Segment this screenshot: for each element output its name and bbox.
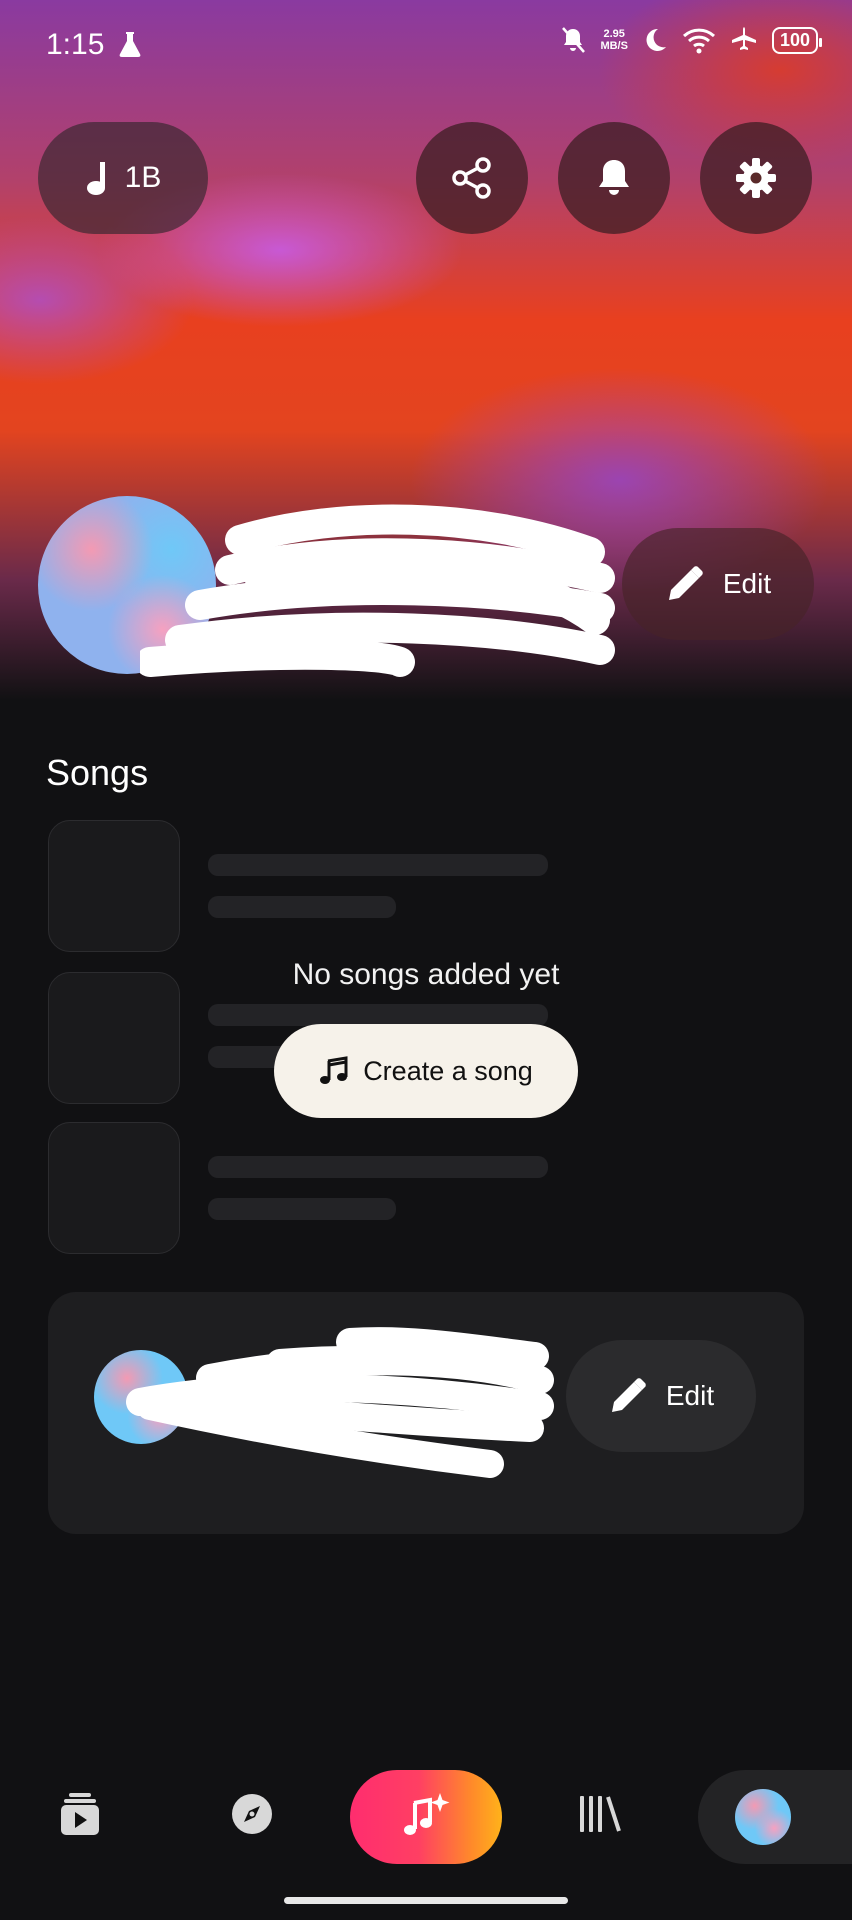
share-button[interactable] [416,122,528,234]
explore-icon [232,1794,272,1834]
net-speed: 2.95 MB/S [600,28,628,52]
edit-label: Edit [722,568,772,599]
create-song-label: Create a song [363,1055,533,1086]
play-queue-icon [61,1793,99,1835]
notifications-off-icon [562,27,586,53]
nav-library[interactable] [570,1784,630,1844]
airplane-icon [731,27,756,50]
song-count-button[interactable]: 1B [38,122,208,234]
songs-section-title: Songs [46,752,149,793]
empty-songs-message: No songs added yet [292,958,560,991]
song-placeholder-line [208,854,548,876]
edit-card-button[interactable]: Edit [566,1340,756,1452]
share-icon [452,157,491,199]
pencil-icon [611,1378,646,1412]
notifications-button[interactable] [558,122,670,234]
moon-icon [646,28,666,51]
bottom-nav [0,1760,852,1870]
status-time: 1:15 [46,28,105,61]
song-placeholder-line [208,1156,548,1178]
nav-explore[interactable] [222,1784,282,1844]
library-icon [580,1796,621,1832]
redacted-username [140,504,615,677]
redacted-profile-name [126,1327,554,1478]
edit-label: Edit [665,1380,715,1411]
nav-queue[interactable] [50,1784,110,1844]
pencil-icon [668,566,703,600]
song-count-label: 1B [124,161,162,194]
song-placeholder-line [208,1004,548,1026]
bell-icon [599,160,629,195]
gear-icon [736,158,776,198]
music-notes-icon [320,1056,348,1084]
song-placeholder-line [208,896,396,918]
create-song-button[interactable]: Create a song [274,1024,578,1118]
nav-create[interactable] [350,1770,502,1864]
profile-avatar [735,1789,791,1845]
song-placeholder-line [208,1198,396,1220]
home-indicator[interactable] [284,1897,568,1904]
wifi-icon [682,28,715,54]
song-placeholder-thumb [48,820,180,952]
beaker-icon [119,32,141,57]
music-note-icon [86,162,105,195]
status-bar: 1:15 2.95 MB/S 100 [0,0,852,90]
nav-profile[interactable] [698,1770,852,1864]
create-icon [404,1793,450,1835]
song-placeholder-thumb [48,1122,180,1254]
battery-indicator: 100 [771,26,823,54]
settings-button[interactable] [700,122,812,234]
edit-profile-button[interactable]: Edit [622,528,814,640]
